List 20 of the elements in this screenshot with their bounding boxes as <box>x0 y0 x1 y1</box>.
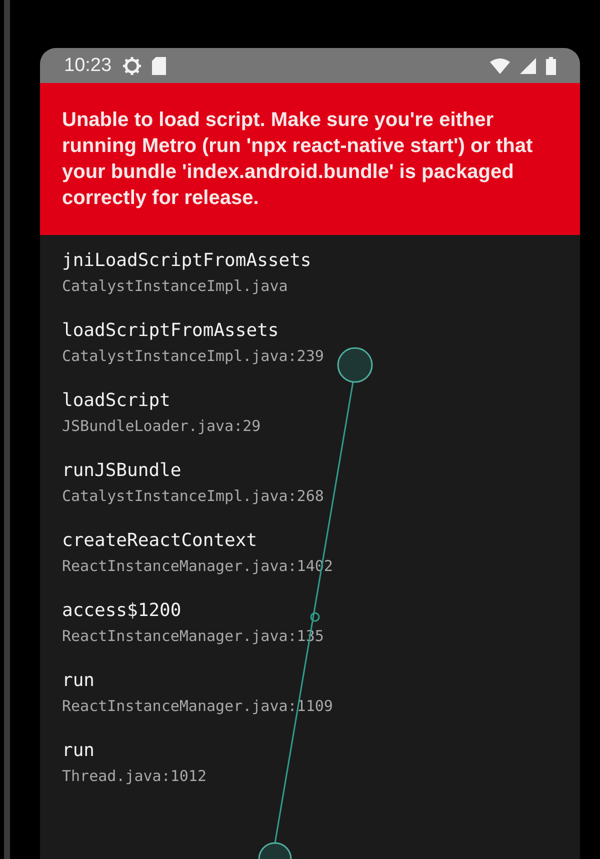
stack-frame-method: createReactContext <box>62 529 258 553</box>
signal-icon <box>520 58 536 74</box>
wifi-icon <box>490 58 510 74</box>
stack-frame-method: run <box>62 739 96 763</box>
stack-frame-method: jniLoadScriptFromAssets <box>62 249 312 273</box>
status-time: 10:23 <box>64 54 112 76</box>
battery-icon <box>546 56 556 74</box>
stack-frame-method: loadScript <box>62 389 172 413</box>
stack-frame-location: CatalystInstanceImpl.java:239 <box>62 346 325 367</box>
sd-card-icon <box>152 56 166 74</box>
stack-frame-method: runJSBundle <box>62 459 182 483</box>
stack-frame-location: Thread.java:1012 <box>62 766 208 787</box>
stack-frame-method: access$1200 <box>62 599 182 623</box>
error-message: Unable to load script. Make sure you're either running Metro (run 'npx react-native start') or that your bundle 'index.android.bundle' is packaged correctly for release. <box>62 108 534 211</box>
stack-frame-location: JSBundleLoader.java:29 <box>62 416 262 437</box>
stack-frame-location: CatalystInstanceImpl.java <box>62 276 289 297</box>
stack-frame-method: run <box>62 669 96 693</box>
stack-frame-location: CatalystInstanceImpl.java:268 <box>62 486 325 507</box>
gear-icon <box>122 56 142 76</box>
stack-frame-method: loadScriptFromAssets <box>62 319 280 343</box>
